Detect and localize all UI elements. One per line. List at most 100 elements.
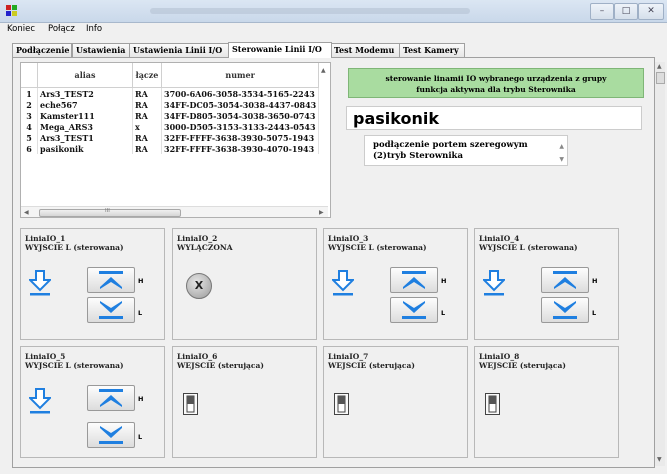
double-chevron-down-icon (402, 301, 426, 319)
toggle-switch-icon (485, 393, 500, 415)
cell-index: 1 (21, 87, 38, 99)
tab-test-kamery[interactable]: Test Kamery (399, 43, 465, 57)
io-line-mode: WEJSCIE (sterująca) (328, 361, 415, 370)
device-name-display: pasikonik (346, 106, 642, 130)
column-header-index[interactable] (21, 63, 38, 88)
scrollbar-thumb[interactable] (39, 209, 181, 217)
double-chevron-up-icon (402, 271, 426, 289)
set-high-button[interactable] (87, 267, 135, 293)
menu-item-polacz[interactable]: Połącz (48, 24, 75, 34)
column-header-lacze[interactable]: łącze (132, 63, 162, 88)
io-card-3: LiniaIO_3 WYJSCIE L (sterowana) H L (323, 228, 468, 340)
menu-item-info[interactable]: Info (86, 24, 102, 34)
cell-lacze: RA (132, 143, 162, 154)
io-line-mode: WYJSCIE L (sterowana) (328, 243, 427, 252)
arrow-down-to-line-icon (332, 270, 354, 296)
io-line-name: LiniaIO_1 (25, 234, 66, 243)
tab-ustawienia-linii[interactable]: Ustawienia Linii I/O (129, 43, 229, 57)
double-chevron-up-icon (99, 389, 123, 407)
tab-ustawienia[interactable]: Ustawienia (72, 43, 130, 57)
set-high-button[interactable] (87, 385, 135, 411)
io-card-7: LiniaIO_7 WEJSCIE (sterująca) (323, 346, 468, 458)
high-label: H (592, 277, 598, 285)
cell-lacze: x (132, 121, 162, 132)
io-line-name: LiniaIO_8 (479, 352, 520, 361)
scroll-down-icon[interactable]: ▼ (657, 456, 662, 463)
device-table: alias łącze numer 1 Ars3_TEST2 RA 3700-6A06… (20, 62, 331, 218)
info-scroll-down-icon[interactable]: ▼ (559, 154, 564, 165)
set-low-button[interactable] (87, 297, 135, 323)
green-info-banner: sterowanie linamii IO wybranego urządzen… (348, 68, 644, 98)
cell-numer: 32FF-FFFF-3638-3930-5075-1943 (161, 132, 320, 143)
toggle-switch-icon (183, 393, 198, 415)
io-card-1: LiniaIO_1 WYJSCIE L (sterowana) H L (20, 228, 165, 340)
window-title-blurred (150, 8, 470, 14)
menu-bar: Koniec Połącz Info (0, 23, 667, 37)
low-label: L (441, 309, 446, 317)
table-row[interactable]: 2 eche567 RA 34FF-DC05-3054-3038-4437-0843 (21, 99, 320, 110)
column-header-alias[interactable]: alias (37, 63, 133, 88)
column-header-numer[interactable]: numer (161, 63, 320, 88)
double-chevron-down-icon (553, 301, 577, 319)
cell-numer: 32FF-FFFF-3638-3930-4070-1943 (161, 143, 320, 154)
cell-alias: pasikonik (37, 143, 133, 154)
line-disabled-x-icon: X (186, 273, 212, 299)
table-row[interactable]: 3 Kamster111 RA 34FF-D805-3054-3038-3650-07… (21, 110, 320, 121)
menu-item-koniec[interactable]: Koniec (7, 24, 35, 34)
scrollbar-grip: III (105, 208, 110, 214)
cell-index: 2 (21, 99, 38, 110)
io-line-mode: WEJSCIE (sterująca) (177, 361, 264, 370)
cell-lacze: RA (132, 132, 162, 143)
table-row[interactable]: 6 pasikonik RA 32FF-FFFF-3638-3930-4070-194… (21, 143, 320, 154)
tab-test-modemu[interactable]: Test Modemu (330, 43, 400, 57)
io-line-mode: WYJSCIE L (sterowana) (25, 243, 124, 252)
scroll-right-icon[interactable]: ▶ (319, 209, 324, 216)
io-line-name: LiniaIO_2 (177, 234, 218, 243)
table-row[interactable]: 4 Mega_ARS3 x 3000-D505-3153-3133-2443-0543 (21, 121, 320, 132)
table-horizontal-scrollbar[interactable]: ◀ III ▶ (21, 206, 328, 217)
set-low-button[interactable] (87, 422, 135, 448)
set-low-button[interactable] (390, 297, 438, 323)
arrow-down-to-line-icon (483, 270, 505, 296)
cell-alias: Ars3_TEST1 (37, 132, 133, 143)
device-grid: alias łącze numer 1 Ars3_TEST2 RA 3700-6A06… (21, 63, 320, 154)
set-low-button[interactable] (541, 297, 589, 323)
tab-sterowanie-linii[interactable]: Sterowanie Linii I/O (228, 42, 332, 58)
io-line-name: LiniaIO_6 (177, 352, 218, 361)
maximize-icon[interactable]: □ (614, 3, 638, 20)
tab-bar: Podłączenie Ustawienia Ustawienia Linii … (12, 42, 652, 58)
io-line-mode: WYJSCIE L (sterowana) (479, 243, 578, 252)
io-card-5: LiniaIO_5 WYJSCIE L (sterowana) H L (20, 346, 165, 458)
high-label: H (138, 395, 144, 403)
double-chevron-up-icon (553, 271, 577, 289)
io-line-name: LiniaIO_3 (328, 234, 369, 243)
cell-numer: 3000-D505-3153-3133-2443-0543 (161, 121, 320, 132)
table-row[interactable]: 5 Ars3_TEST1 RA 32FF-FFFF-3638-3930-5075-19… (21, 132, 320, 143)
cell-alias: eche567 (37, 99, 133, 110)
green-info-line1: sterowanie linamii IO wybranego urządzen… (385, 74, 607, 83)
cell-index: 6 (21, 143, 38, 154)
window-vertical-scrollbar[interactable]: ▲ ▼ (655, 62, 665, 466)
scroll-left-icon[interactable]: ◀ (24, 209, 29, 216)
tab-podlaczenie[interactable]: Podłączenie (12, 43, 72, 57)
info-line1: podłączenie portem szeregowym (373, 140, 528, 150)
cell-lacze: RA (132, 99, 162, 110)
table-row[interactable]: 1 Ars3_TEST2 RA 3700-6A06-3058-3534-5165-22… (21, 87, 320, 99)
info-scroll-up-icon[interactable]: ▲ (559, 141, 564, 152)
low-label: L (138, 309, 143, 317)
set-high-button[interactable] (390, 267, 438, 293)
window-titlebar: – □ ✕ (0, 0, 667, 23)
cell-lacze: RA (132, 87, 162, 99)
minimize-icon[interactable]: – (590, 3, 614, 20)
scroll-up-icon[interactable]: ▲ (657, 63, 662, 70)
cell-numer: 3700-6A06-3058-3534-5165-2243 (161, 87, 320, 99)
io-line-mode: WYJSCIE L (sterowana) (25, 361, 124, 370)
high-label: H (441, 277, 447, 285)
close-icon[interactable]: ✕ (638, 3, 664, 20)
scrollbar-thumb[interactable] (656, 72, 665, 84)
set-high-button[interactable] (541, 267, 589, 293)
cell-alias: Mega_ARS3 (37, 121, 133, 132)
table-scroll-up-icon[interactable]: ▲ (321, 67, 326, 74)
cell-alias: Ars3_TEST2 (37, 87, 133, 99)
arrow-down-to-line-icon (29, 388, 51, 414)
